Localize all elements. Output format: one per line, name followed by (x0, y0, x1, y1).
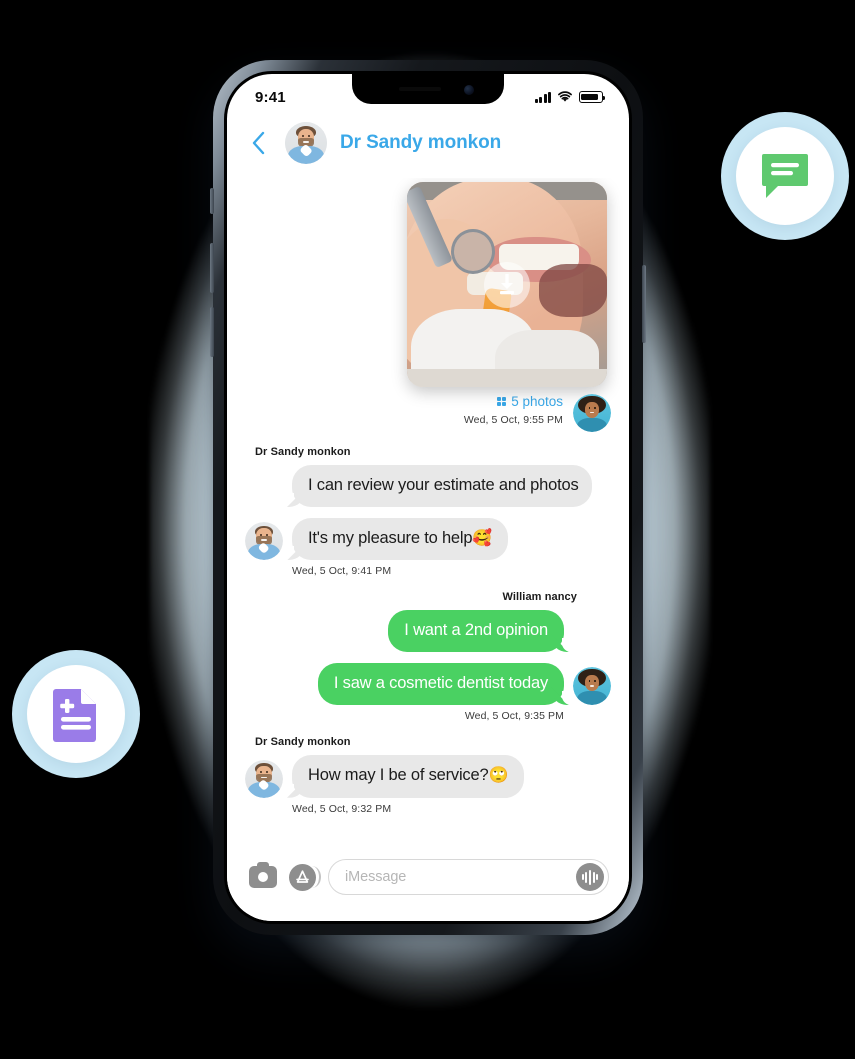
screenshot-stage: 9:41 Dr Sandy monkon 5 photos Wed, 5 Oct… (0, 0, 855, 1059)
download-button[interactable] (484, 261, 530, 308)
phone-screen: 9:41 Dr Sandy monkon 5 photos Wed, 5 Oct… (227, 74, 629, 921)
badge-inner-circle (736, 127, 834, 225)
sender-name: Dr Sandy monkon (255, 736, 351, 749)
iphone-device: 9:41 Dr Sandy monkon 5 photos Wed, 5 Oct… (210, 60, 646, 935)
page-title: Dr Sandy monkon (340, 132, 502, 153)
message-timestamp: Wed, 5 Oct, 9:35 PM (464, 710, 564, 723)
mute-switch[interactable] (210, 188, 214, 214)
dental-exam-photo[interactable] (407, 182, 607, 387)
conversation-list[interactable]: 5 photos Wed, 5 Oct, 9:55 PM Dr Sandy mo… (227, 178, 629, 843)
bubble-row: I want a 2nd opinion I saw a cosmetic de… (317, 610, 611, 706)
power-button[interactable] (642, 265, 646, 343)
sender-name: William nancy (502, 591, 577, 604)
patient-avatar[interactable] (573, 394, 611, 432)
camera-icon[interactable] (249, 862, 277, 888)
message-group-incoming: Dr Sandy monkon How may I be of service?… (245, 736, 611, 815)
bubble-row: How may I be of service?🙄 (245, 755, 525, 799)
message-bubble[interactable]: I saw a cosmetic dentist today (317, 663, 572, 706)
chat-header: Dr Sandy monkon (227, 118, 629, 178)
patient-avatar[interactable] (573, 667, 611, 706)
app-store-glyph (296, 869, 309, 883)
volume-down-button[interactable] (210, 307, 214, 357)
status-bar: 9:41 (227, 74, 629, 118)
download-icon (500, 273, 514, 294)
app-store-icon[interactable] (289, 863, 321, 891)
message-input-bar: iMessage (227, 843, 629, 921)
header-avatar[interactable] (285, 122, 327, 164)
message-timestamp: Wed, 5 Oct, 9:32 PM (292, 802, 392, 815)
doctor-avatar[interactable] (245, 759, 283, 798)
cellular-signal-icon (534, 91, 551, 103)
wifi-icon (558, 91, 572, 102)
message-emoji: 🙄 (488, 767, 509, 785)
sender-name: Dr Sandy monkon (255, 446, 351, 458)
photo-grid-icon (496, 396, 507, 407)
photo-message-meta: 5 photos Wed, 5 Oct, 9:55 PM (464, 394, 611, 432)
message-group-photo: 5 photos Wed, 5 Oct, 9:55 PM (245, 182, 611, 432)
audio-waveform-icon[interactable] (576, 863, 604, 891)
badge-inner-circle (27, 665, 125, 763)
message-timestamp: Wed, 5 Oct, 9:55 PM (463, 414, 563, 426)
bubble-row: I can review your estimate and photos It… (245, 465, 592, 561)
volume-up-button[interactable] (210, 243, 214, 293)
message-bubble[interactable]: I want a 2nd opinion (388, 610, 571, 653)
status-time: 9:41 (255, 88, 286, 106)
photos-count[interactable]: 5 photos (496, 394, 563, 409)
message-timestamp: Wed, 5 Oct, 9:41 PM (292, 565, 392, 578)
back-button[interactable] (243, 128, 273, 158)
message-text: How may I be of service? (308, 766, 489, 785)
message-group-incoming: Dr Sandy monkon I can review your estima… (245, 446, 611, 577)
message-emoji: 🥰 (472, 529, 493, 547)
photos-count-label: 5 photos (511, 394, 563, 409)
chat-bubble-icon (762, 154, 808, 198)
back-chevron-icon (252, 131, 265, 155)
message-input-placeholder: iMessage (345, 869, 407, 885)
doctor-avatar[interactable] (245, 522, 283, 561)
document-plus-icon (53, 689, 96, 742)
phone-bezel: 9:41 Dr Sandy monkon 5 photos Wed, 5 Oct… (224, 71, 632, 924)
medical-document-badge (12, 650, 140, 778)
message-bubble[interactable]: How may I be of service?🙄 (284, 755, 525, 799)
chat-bubble-badge (721, 112, 849, 240)
message-bubble[interactable]: I can review your estimate and photos (285, 465, 592, 507)
status-icons (534, 89, 606, 103)
message-bubble[interactable]: It's my pleasure to help🥰 (284, 517, 509, 561)
battery-icon (579, 91, 606, 103)
message-text: It's my pleasure to help (308, 528, 473, 547)
message-group-outgoing: William nancy I want a 2nd opinion I saw… (245, 591, 611, 722)
message-input-field[interactable]: iMessage (328, 859, 609, 895)
